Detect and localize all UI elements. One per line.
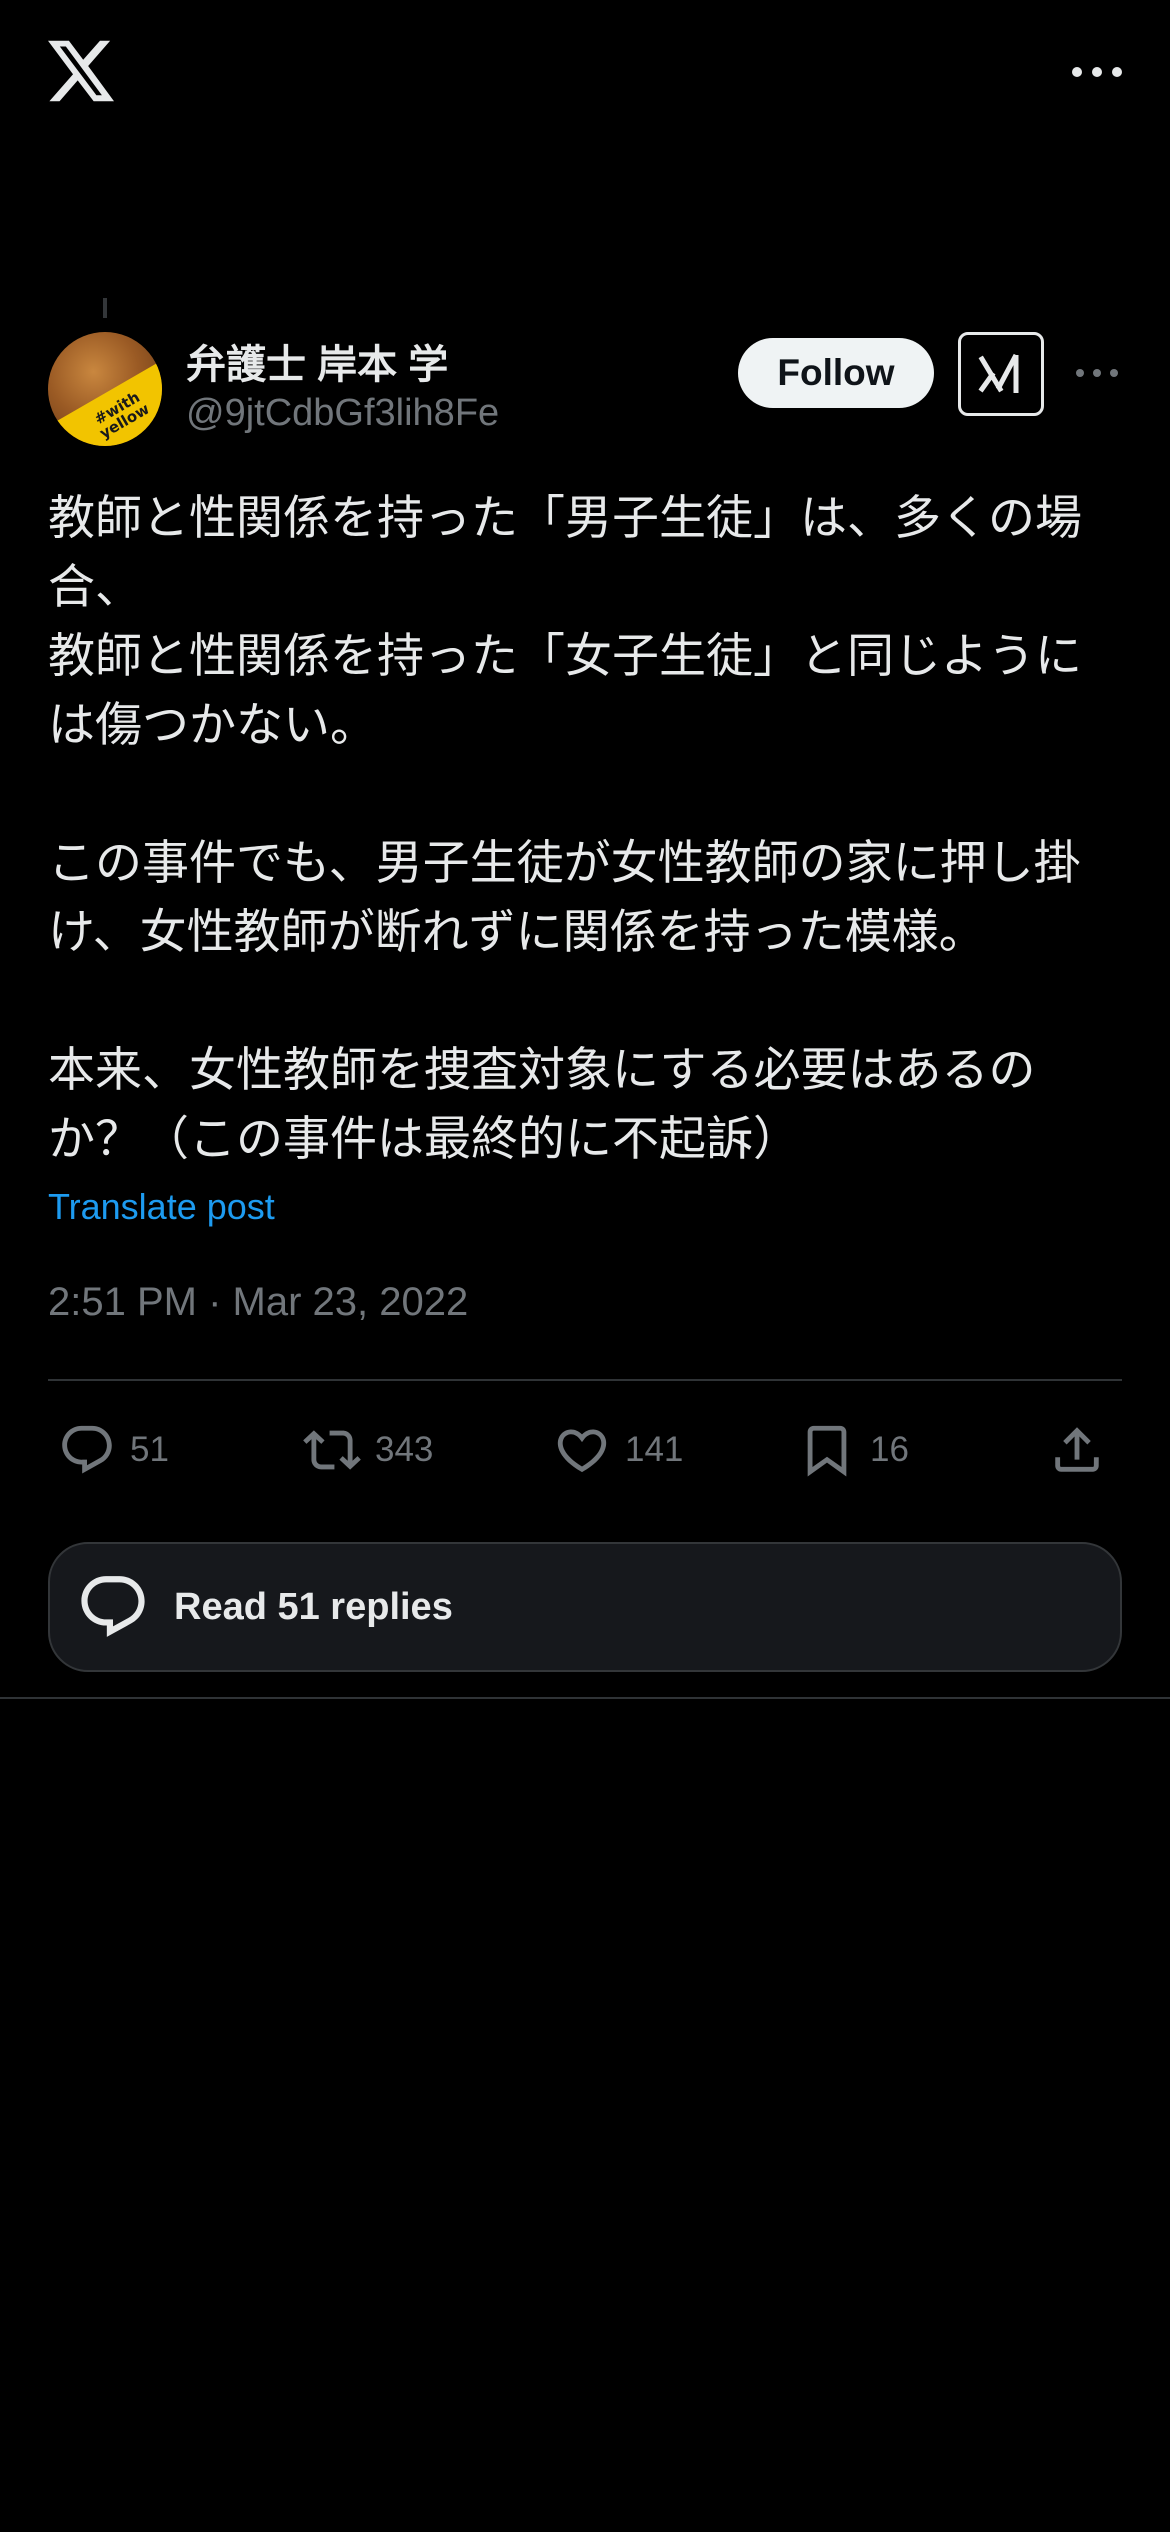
like-button[interactable]: 141	[553, 1410, 683, 1490]
repost-count: 343	[375, 1430, 434, 1469]
post-more-icon[interactable]	[1076, 366, 1118, 380]
bookmark-button[interactable]: 16	[798, 1410, 909, 1490]
post-timestamp[interactable]: 2:51 PM · Mar 23, 2022	[48, 1280, 468, 1325]
share-icon	[1055, 1427, 1099, 1472]
post-paragraph: この事件でも、男子生徒が女性教師の家に押し掛け、女性教師が断れずに関係を持った模…	[48, 836, 1081, 960]
avatar[interactable]: #with yellow	[48, 332, 162, 446]
divider	[48, 1379, 1122, 1381]
display-name[interactable]: 弁護士 岸本 学	[186, 332, 448, 390]
engagement-bar: 51 343 141 16	[48, 1410, 1122, 1490]
divider	[0, 1697, 1170, 1699]
reply-button[interactable]: 51	[58, 1410, 169, 1490]
heart-icon	[557, 1429, 607, 1473]
grok-icon	[978, 353, 1019, 393]
post-text: 教師と性関係を持った「男子生徒」は、多くの場合、 教師と性関係を持った「女子生徒…	[48, 484, 1128, 1174]
bookmark-icon	[807, 1425, 847, 1477]
repost-icon	[303, 1430, 361, 1470]
reply-count: 51	[130, 1430, 169, 1469]
share-button[interactable]	[1048, 1410, 1120, 1490]
x-logo-icon[interactable]	[48, 40, 114, 102]
read-replies-label: Read 51 replies	[174, 1585, 453, 1628]
like-count: 141	[625, 1430, 684, 1469]
reply-bubble-icon	[81, 1576, 145, 1637]
follow-button[interactable]: Follow	[738, 338, 934, 408]
post-paragraph: 本来、女性教師を捜査対象にする必要はあるのか？（この事件は最終的に不起訴）	[48, 1043, 1036, 1167]
post-paragraph: 教師と性関係を持った「女子生徒」と同じようには傷つかない。	[48, 629, 1082, 753]
thread-connector	[103, 298, 107, 318]
more-options-icon[interactable]	[1072, 52, 1122, 92]
grok-button[interactable]	[958, 332, 1044, 416]
read-replies-button[interactable]: Read 51 replies	[48, 1542, 1122, 1672]
bookmark-count: 16	[870, 1430, 909, 1469]
translate-post-link[interactable]: Translate post	[48, 1186, 275, 1228]
post-paragraph: 教師と性関係を持った「男子生徒」は、多くの場合、	[48, 491, 1082, 615]
top-bar	[0, 0, 1170, 150]
reply-icon	[62, 1425, 112, 1474]
user-handle[interactable]: @9jtCdbGf3lih8Fe	[186, 392, 499, 435]
repost-button[interactable]: 343	[303, 1410, 433, 1490]
